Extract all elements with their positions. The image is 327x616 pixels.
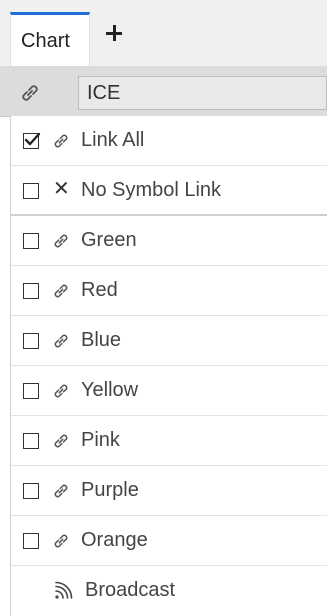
menu-item-label: Purple — [81, 479, 139, 501]
checkbox[interactable] — [23, 383, 39, 399]
menu-item-link-all[interactable]: Link All — [11, 116, 327, 166]
link-icon — [51, 431, 71, 456]
checkbox[interactable] — [23, 233, 39, 249]
menu-item-label: Blue — [81, 329, 122, 351]
menu-item-broadcast[interactable]: Broadcast — [11, 566, 327, 616]
checkbox-checked[interactable] — [23, 132, 41, 149]
checkbox[interactable] — [23, 283, 39, 299]
plus-icon[interactable] — [106, 25, 122, 41]
link-icon — [51, 481, 71, 506]
menu-item-orange[interactable]: Orange — [11, 516, 327, 566]
menu-item-label: Pink — [81, 429, 120, 451]
link-icon[interactable] — [18, 81, 42, 110]
tab-chart[interactable]: Chart — [10, 12, 90, 66]
link-icon — [51, 131, 71, 156]
link-icon — [51, 231, 71, 256]
checkbox[interactable] — [23, 333, 39, 349]
menu-item-label: No Symbol Link — [81, 179, 222, 201]
checkbox[interactable] — [23, 183, 39, 199]
link-icon — [51, 531, 71, 556]
menu-item-label: Link All — [81, 129, 145, 151]
checkbox[interactable] — [23, 483, 39, 499]
menu-item-pink[interactable]: Pink — [11, 416, 327, 466]
menu-item-red[interactable]: Red — [11, 266, 327, 316]
menu-item-label: Yellow — [81, 379, 139, 401]
menu-item-blue[interactable]: Blue — [11, 316, 327, 366]
menu-item-green[interactable]: Green — [11, 216, 327, 266]
tab-chart-label: Chart — [21, 30, 70, 52]
link-icon — [51, 331, 71, 356]
link-icon — [51, 281, 71, 306]
broadcast-label: Broadcast — [85, 579, 176, 601]
menu-item-label: Red — [81, 279, 118, 301]
link-dropdown-menu: Link All ✕ No Symbol Link Green Red Blue… — [10, 116, 327, 616]
checkbox[interactable] — [23, 433, 39, 449]
menu-item-label: Orange — [81, 529, 148, 551]
link-icon — [51, 381, 71, 406]
menu-item-purple[interactable]: Purple — [11, 466, 327, 516]
broadcast-icon — [53, 581, 73, 606]
menu-item-label: Green — [81, 229, 137, 251]
symbol-input[interactable] — [78, 76, 327, 110]
symbol-row — [0, 66, 327, 117]
tab-bar: Chart — [0, 0, 327, 67]
menu-item-yellow[interactable]: Yellow — [11, 366, 327, 416]
menu-item-no-symbol-link[interactable]: ✕ No Symbol Link — [11, 166, 327, 216]
close-icon: ✕ — [53, 178, 70, 200]
checkbox[interactable] — [23, 533, 39, 549]
